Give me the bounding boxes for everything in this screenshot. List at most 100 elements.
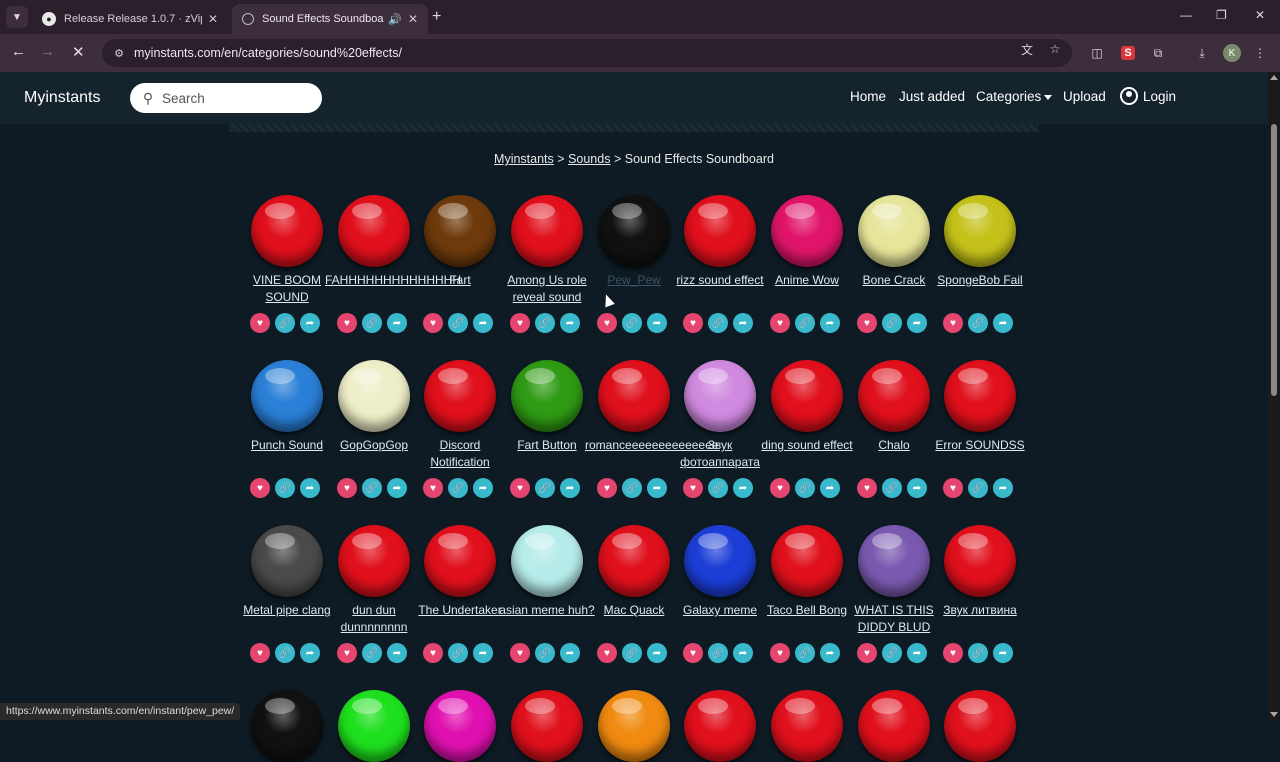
share-icon[interactable]: ➦	[647, 643, 667, 663]
favorite-heart-icon[interactable]: ♥	[770, 478, 790, 498]
instant-play-button[interactable]	[338, 690, 410, 762]
stop-loading-icon[interactable]: ✕	[72, 43, 85, 61]
favorite-heart-icon[interactable]: ♥	[510, 478, 530, 498]
instant-play-button[interactable]	[858, 690, 930, 762]
share-icon[interactable]: ➦	[733, 313, 753, 333]
instant-play-button[interactable]	[424, 360, 496, 432]
instant-name-link[interactable]: Punch Sound	[238, 437, 336, 454]
favorite-heart-icon[interactable]: ♥	[857, 643, 877, 663]
instant-play-button[interactable]	[338, 195, 410, 267]
instant-play-button[interactable]	[424, 690, 496, 762]
forward-icon[interactable]: →	[40, 43, 55, 60]
favorite-heart-icon[interactable]: ♥	[250, 478, 270, 498]
share-icon[interactable]: ➦	[993, 478, 1013, 498]
profile-avatar[interactable]: K	[1223, 44, 1241, 62]
copy-link-icon[interactable]: 🔗	[795, 478, 815, 498]
address-bar[interactable]: ⚙ myinstants.com/en/categories/sound%20e…	[102, 39, 1072, 67]
instant-play-button[interactable]	[251, 525, 323, 597]
favorite-heart-icon[interactable]: ♥	[337, 313, 357, 333]
copy-link-icon[interactable]: 🔗	[968, 313, 988, 333]
instant-play-button[interactable]	[598, 360, 670, 432]
breadcrumb-myinstants[interactable]: Myinstants	[494, 152, 554, 166]
nav-just-added[interactable]: Just added	[899, 89, 965, 104]
instant-play-button[interactable]	[598, 195, 670, 267]
instant-name-link[interactable]: Pew_Pew	[585, 272, 683, 289]
copy-link-icon[interactable]: 🔗	[622, 643, 642, 663]
download-icon[interactable]: ⤓	[1193, 44, 1211, 62]
share-icon[interactable]: ➦	[993, 313, 1013, 333]
extension-s-icon[interactable]: S	[1121, 46, 1135, 60]
instant-play-button[interactable]	[598, 690, 670, 762]
instant-play-button[interactable]	[944, 195, 1016, 267]
copy-link-icon[interactable]: 🔗	[622, 478, 642, 498]
instant-play-button[interactable]	[511, 690, 583, 762]
close-tab-icon[interactable]: ✕	[408, 12, 418, 26]
instant-play-button[interactable]	[511, 195, 583, 267]
instant-name-link[interactable]: SpongeBob Fail	[931, 272, 1029, 289]
instant-name-link[interactable]: Fart Button	[498, 437, 596, 454]
instant-name-link[interactable]: Discord Notification	[411, 437, 509, 470]
instant-play-button[interactable]	[251, 690, 323, 762]
user-circle-icon[interactable]	[1120, 87, 1138, 105]
instant-name-link[interactable]: Fart	[411, 272, 509, 289]
extension-glasses-icon[interactable]: ◫	[1088, 44, 1106, 62]
favorite-heart-icon[interactable]: ♥	[943, 478, 963, 498]
restore-icon[interactable]: ❐	[1216, 8, 1227, 22]
new-tab-icon[interactable]: +	[432, 8, 441, 26]
instant-name-link[interactable]: Bone Crack	[845, 272, 943, 289]
site-brand[interactable]: Myinstants	[24, 89, 100, 107]
instant-name-link[interactable]: asian meme huh?	[498, 602, 596, 619]
share-icon[interactable]: ➦	[733, 643, 753, 663]
share-icon[interactable]: ➦	[907, 478, 927, 498]
favorite-heart-icon[interactable]: ♥	[597, 313, 617, 333]
instant-play-button[interactable]	[338, 360, 410, 432]
instant-play-button[interactable]	[684, 360, 756, 432]
instant-name-link[interactable]: Chalo	[845, 437, 943, 454]
instant-play-button[interactable]	[424, 525, 496, 597]
instant-name-link[interactable]: rizz sound effect	[671, 272, 769, 289]
copy-link-icon[interactable]: 🔗	[448, 313, 468, 333]
scrollbar-thumb[interactable]	[1271, 124, 1277, 396]
favorite-heart-icon[interactable]: ♥	[943, 643, 963, 663]
share-icon[interactable]: ➦	[387, 313, 407, 333]
instant-play-button[interactable]	[771, 690, 843, 762]
favorite-heart-icon[interactable]: ♥	[770, 643, 790, 663]
share-icon[interactable]: ➦	[300, 643, 320, 663]
favorite-heart-icon[interactable]: ♥	[683, 643, 703, 663]
share-icon[interactable]: ➦	[387, 478, 407, 498]
share-icon[interactable]: ➦	[387, 643, 407, 663]
share-icon[interactable]: ➦	[907, 313, 927, 333]
browser-menu-icon[interactable]: ⋮	[1251, 44, 1269, 62]
share-icon[interactable]: ➦	[820, 313, 840, 333]
copy-link-icon[interactable]: 🔗	[275, 313, 295, 333]
share-icon[interactable]: ➦	[300, 313, 320, 333]
instant-name-link[interactable]: romanceeeeeeeeeeeeee	[585, 437, 718, 454]
share-icon[interactable]: ➦	[560, 313, 580, 333]
instant-play-button[interactable]	[858, 360, 930, 432]
share-icon[interactable]: ➦	[647, 313, 667, 333]
instant-play-button[interactable]	[684, 525, 756, 597]
copy-link-icon[interactable]: 🔗	[708, 643, 728, 663]
favorite-heart-icon[interactable]: ♥	[423, 643, 443, 663]
share-icon[interactable]: ➦	[473, 478, 493, 498]
copy-link-icon[interactable]: 🔗	[968, 478, 988, 498]
copy-link-icon[interactable]: 🔗	[708, 478, 728, 498]
instant-name-link[interactable]: dun dun dunnnnnnnn	[325, 602, 423, 635]
tab-release[interactable]: ● Release Release 1.0.7 · zVipexx/ ✕	[32, 4, 228, 34]
instant-play-button[interactable]	[944, 360, 1016, 432]
copy-link-icon[interactable]: 🔗	[362, 313, 382, 333]
instant-play-button[interactable]	[944, 690, 1016, 762]
share-icon[interactable]: ➦	[733, 478, 753, 498]
favorite-heart-icon[interactable]: ♥	[597, 478, 617, 498]
favorite-heart-icon[interactable]: ♥	[423, 313, 443, 333]
nav-home[interactable]: Home	[850, 89, 886, 104]
favorite-heart-icon[interactable]: ♥	[337, 643, 357, 663]
share-icon[interactable]: ➦	[560, 478, 580, 498]
copy-link-icon[interactable]: 🔗	[362, 478, 382, 498]
instant-play-button[interactable]	[771, 195, 843, 267]
copy-link-icon[interactable]: 🔗	[535, 313, 555, 333]
search-box[interactable]: ⚲	[130, 83, 322, 113]
instant-name-link[interactable]: GopGopGop	[325, 437, 423, 454]
back-icon[interactable]: ←	[11, 43, 26, 60]
instant-name-link[interactable]: Taco Bell Bong	[758, 602, 856, 619]
